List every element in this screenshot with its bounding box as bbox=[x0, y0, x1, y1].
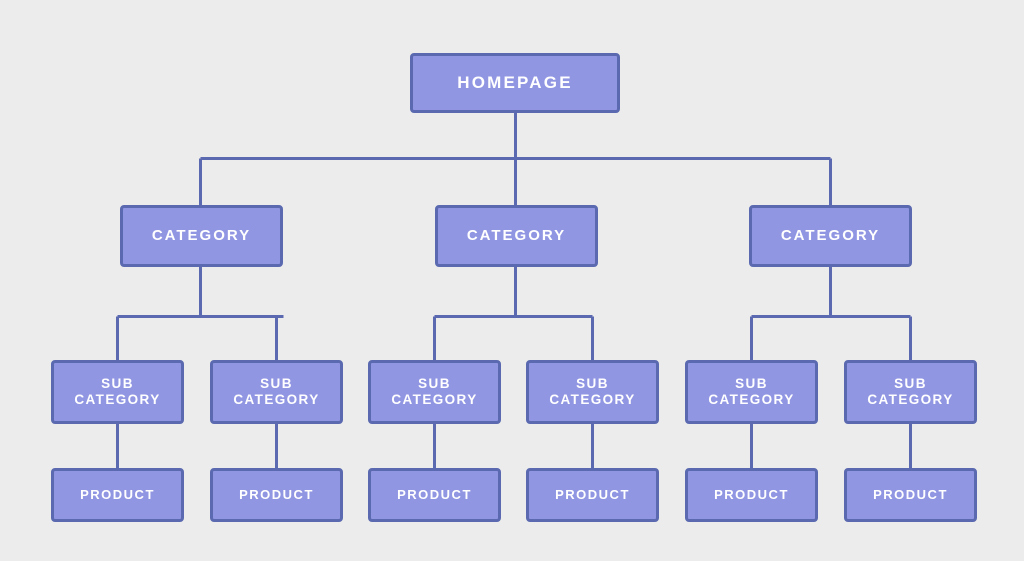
node-subcategory-5[interactable]: SUB CATEGORY bbox=[685, 360, 818, 424]
node-category-2[interactable]: CATEGORY bbox=[435, 205, 598, 267]
node-product-6-label: PRODUCT bbox=[873, 487, 948, 503]
node-product-4[interactable]: PRODUCT bbox=[526, 468, 659, 522]
node-product-1[interactable]: PRODUCT bbox=[51, 468, 184, 522]
node-product-2[interactable]: PRODUCT bbox=[210, 468, 343, 522]
node-subcategory-4-label: SUB CATEGORY bbox=[549, 376, 636, 407]
node-product-3-label: PRODUCT bbox=[397, 487, 472, 503]
node-subcategory-6[interactable]: SUB CATEGORY bbox=[844, 360, 977, 424]
node-subcategory-6-label: SUB CATEGORY bbox=[867, 376, 954, 407]
node-product-3[interactable]: PRODUCT bbox=[368, 468, 501, 522]
node-product-5[interactable]: PRODUCT bbox=[685, 468, 818, 522]
node-homepage[interactable]: HOMEPAGE bbox=[410, 53, 620, 113]
node-subcategory-2-label: SUB CATEGORY bbox=[233, 376, 320, 407]
node-category-1-label: CATEGORY bbox=[151, 227, 252, 245]
node-product-5-label: PRODUCT bbox=[714, 487, 789, 503]
node-product-1-label: PRODUCT bbox=[80, 487, 155, 503]
sitemap-diagram: HOMEPAGE CATEGORY CATEGORY CATEGORY SUB … bbox=[0, 0, 1024, 561]
node-category-2-label: CATEGORY bbox=[466, 227, 567, 245]
node-subcategory-1[interactable]: SUB CATEGORY bbox=[51, 360, 184, 424]
node-category-1[interactable]: CATEGORY bbox=[120, 205, 283, 267]
node-subcategory-4[interactable]: SUB CATEGORY bbox=[526, 360, 659, 424]
node-product-2-label: PRODUCT bbox=[239, 487, 314, 503]
node-category-3[interactable]: CATEGORY bbox=[749, 205, 912, 267]
node-subcategory-5-label: SUB CATEGORY bbox=[708, 376, 795, 407]
node-homepage-label: HOMEPAGE bbox=[457, 72, 573, 92]
node-category-3-label: CATEGORY bbox=[780, 227, 881, 245]
node-subcategory-1-label: SUB CATEGORY bbox=[74, 376, 161, 407]
node-product-6[interactable]: PRODUCT bbox=[844, 468, 977, 522]
node-subcategory-2[interactable]: SUB CATEGORY bbox=[210, 360, 343, 424]
node-subcategory-3-label: SUB CATEGORY bbox=[391, 376, 478, 407]
node-subcategory-3[interactable]: SUB CATEGORY bbox=[368, 360, 501, 424]
node-product-4-label: PRODUCT bbox=[555, 487, 630, 503]
